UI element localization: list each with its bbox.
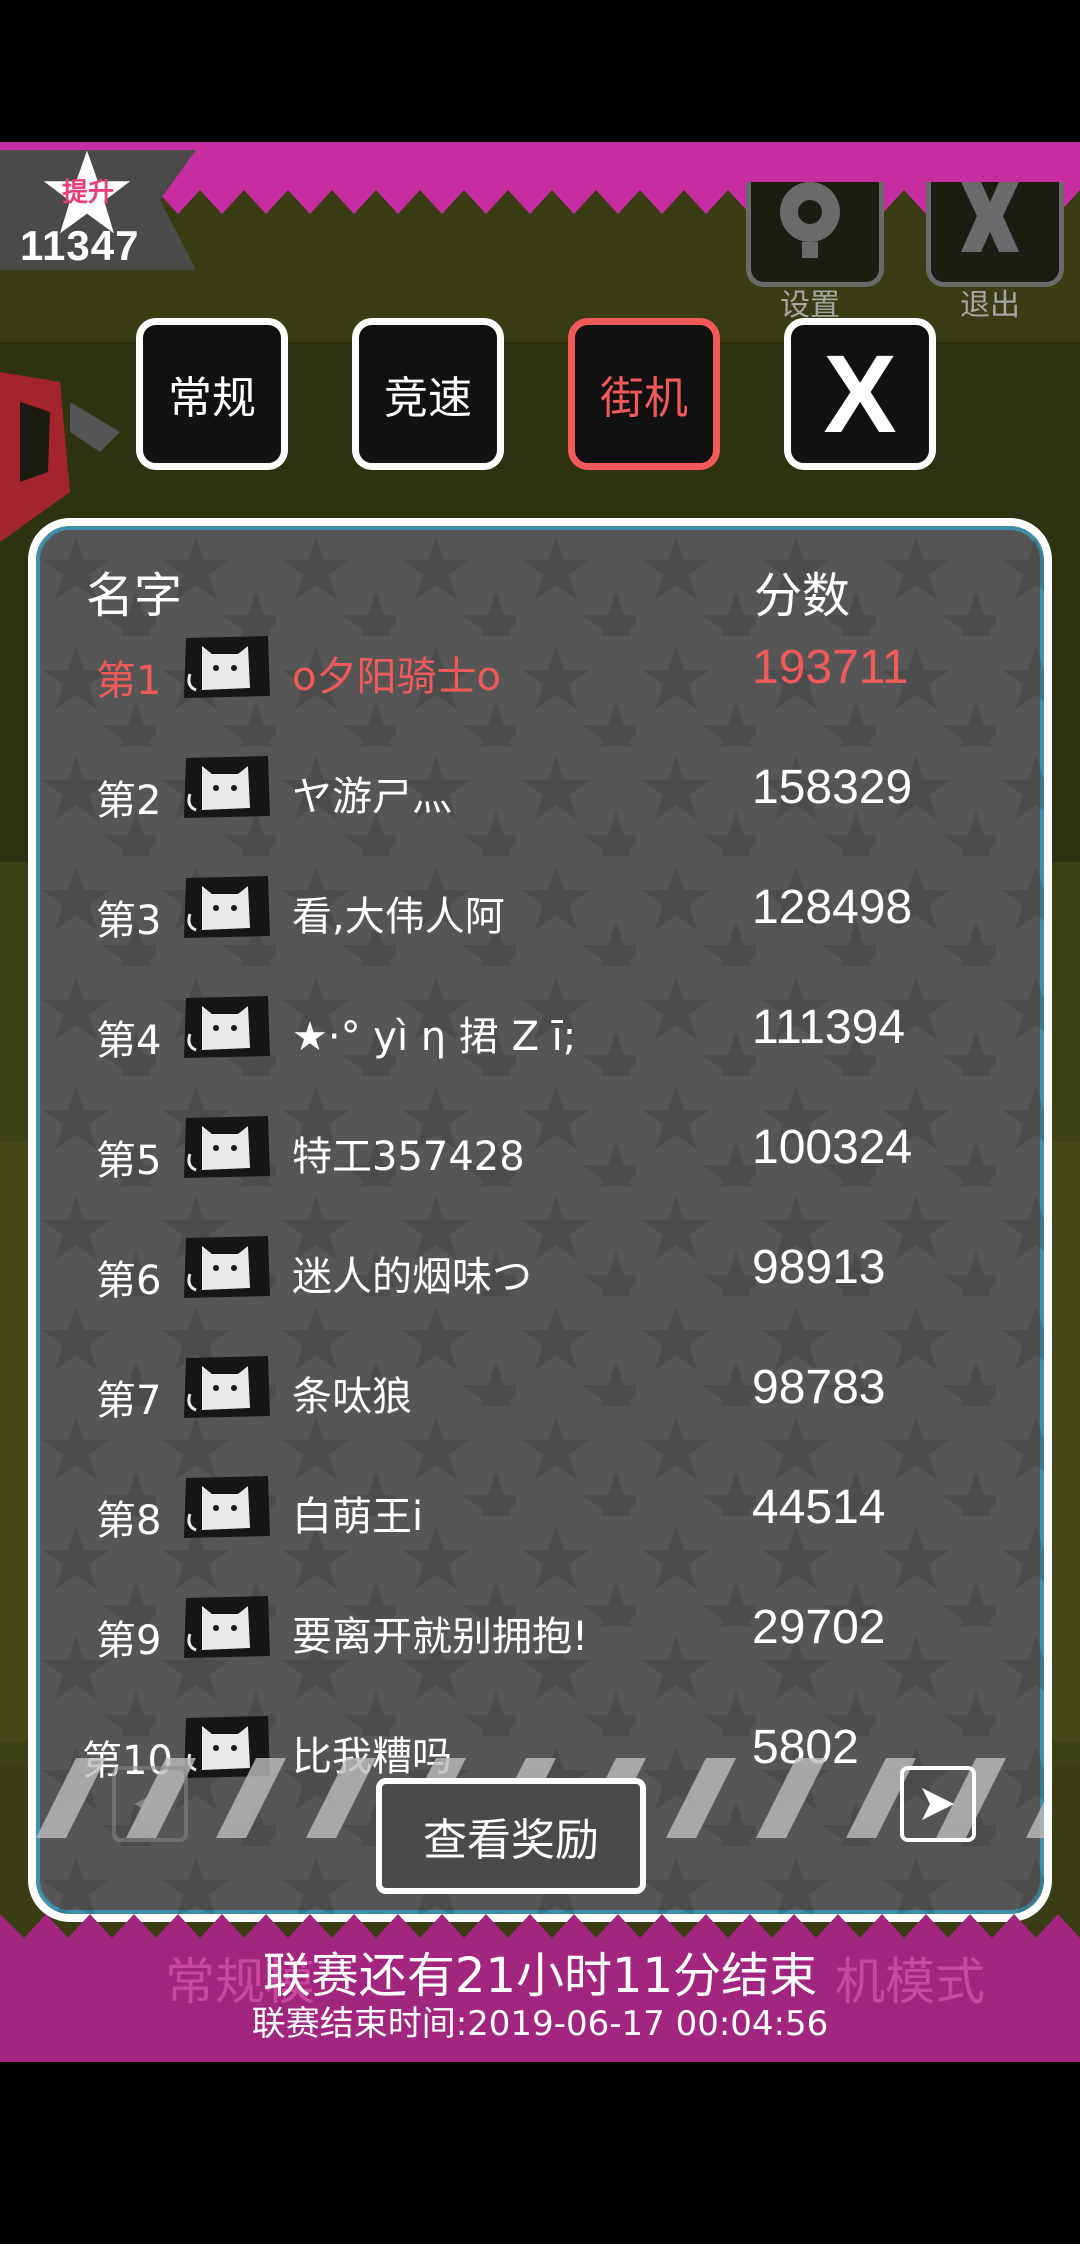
prev-page-button[interactable] [112,1766,188,1842]
avatar-icon [184,876,270,938]
next-page-button[interactable] [900,1766,976,1842]
name-column-header: 名字 [86,568,183,624]
player-name: ヤ游ㄕ灬 [292,774,452,820]
game-screen: 提升 11347 设置 退出 常规 竞速 街机 X 名字 分数 第1 o夕阳骑士… [0,142,1080,2062]
avatar-icon [184,636,270,698]
avatar-icon [184,756,270,818]
avatar-icon [184,1356,270,1418]
exit-button[interactable] [926,182,1064,287]
leaderboard-row[interactable]: 第4 ★·° yì η 捃 Ζ ī; 111394 [36,994,1044,1074]
rank-label: 第2 [96,778,162,824]
avatar-icon [184,1236,270,1298]
player-name: 看,大伟人阿 [292,894,505,940]
exit-icon [961,182,1019,252]
settings-button[interactable] [746,182,884,287]
star-pattern [36,526,1044,1914]
player-score-value: 100324 [752,1121,913,1174]
leaderboard-row[interactable]: 第8 白萌王i 44514 [36,1474,1044,1554]
avatar-icon [184,1596,270,1658]
arrow-left-icon [134,1788,166,1820]
rank-label: 第1 [96,658,162,704]
avatar-icon [184,1116,270,1178]
leaderboard-row[interactable]: 第6 迷人的烟味つ 98913 [36,1234,1044,1314]
leaderboard-row[interactable]: 第5 特工357428 100324 [36,1114,1044,1194]
tab-speed[interactable]: 竞速 [352,318,504,470]
gear-icon [780,182,840,258]
player-score-value: 98783 [752,1361,886,1414]
player-name: 白萌王i [292,1494,424,1540]
player-name: 迷人的烟味つ [292,1254,532,1300]
player-score-value: 29702 [752,1601,886,1654]
rank-label: 第8 [96,1498,162,1544]
avatar-icon [184,1476,270,1538]
arrow-right-icon [922,1788,954,1820]
close-button[interactable]: X [784,318,936,470]
leaderboard-panel: 名字 分数 第1 o夕阳骑士o 193711 第2 ヤ游ㄕ灬 158329 第3 看,大伟人阿… [28,518,1052,1922]
player-name: 要离开就别拥抱! [292,1614,589,1660]
player-score-value: 111394 [752,1001,906,1054]
player-score-value: 128498 [752,881,913,934]
player-name: 特工357428 [292,1134,525,1180]
player-score: 11347 [20,222,140,269]
tab-normal[interactable]: 常规 [136,318,288,470]
player-name: o夕阳骑士o [292,654,501,700]
rank-label: 第6 [96,1258,162,1304]
player-score-value: 98913 [752,1241,886,1294]
player-score-value: 44514 [752,1481,886,1534]
leaderboard-row[interactable]: 第9 要离开就别拥抱! 29702 [36,1594,1044,1674]
player-name: ★·° yì η 捃 Ζ ī; [292,1014,577,1060]
rank-label: 第3 [96,898,162,944]
player-name: 条呔狼 [292,1374,412,1420]
exit-label[interactable]: 退出 [926,280,1054,324]
view-rewards-button[interactable]: 查看奖励 [376,1778,646,1894]
rank-label: 第9 [96,1618,162,1664]
league-end-time: 联赛结束时间:2019-06-17 00:04:56 [251,2004,829,2044]
leaderboard-row[interactable]: 第2 ヤ游ㄕ灬 158329 [36,754,1044,834]
score-column-header: 分数 [754,568,851,624]
leaderboard-row[interactable]: 第3 看,大伟人阿 128498 [36,874,1044,954]
leaderboard-row[interactable]: 第7 条呔狼 98783 [36,1354,1044,1434]
rank-label: 第4 [96,1018,162,1064]
upgrade-label[interactable]: 提升 [48,172,128,209]
tab-arcade[interactable]: 街机 [568,318,720,470]
rank-label: 第7 [96,1378,162,1424]
player-score-value: 158329 [752,761,913,814]
avatar-icon [184,996,270,1058]
player-score-value: 193711 [752,641,909,694]
rank-label: 第5 [96,1138,162,1184]
leaderboard-row[interactable]: 第1 o夕阳骑士o 193711 [36,634,1044,714]
